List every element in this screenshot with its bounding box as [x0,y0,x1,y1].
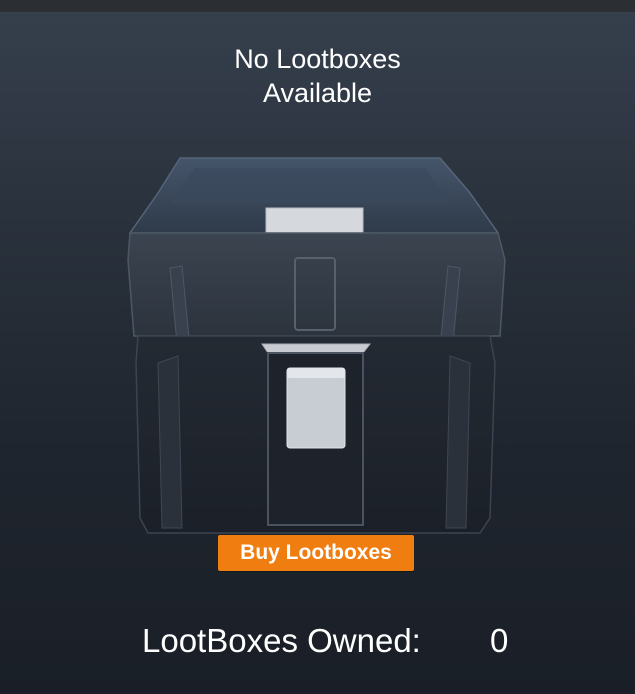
lootbox-status-message: No Lootboxes Available [234,44,401,108]
lootbox-chest-icon [127,157,506,534]
lootboxes-owned-row: LootBoxes Owned: 0 [0,619,635,663]
lootboxes-owned-label: LootBoxes Owned: [142,622,421,659]
buy-lootboxes-button[interactable]: Buy Lootboxes [218,535,414,571]
top-bar [0,0,635,13]
lootboxes-owned-count: 0 [490,622,509,659]
